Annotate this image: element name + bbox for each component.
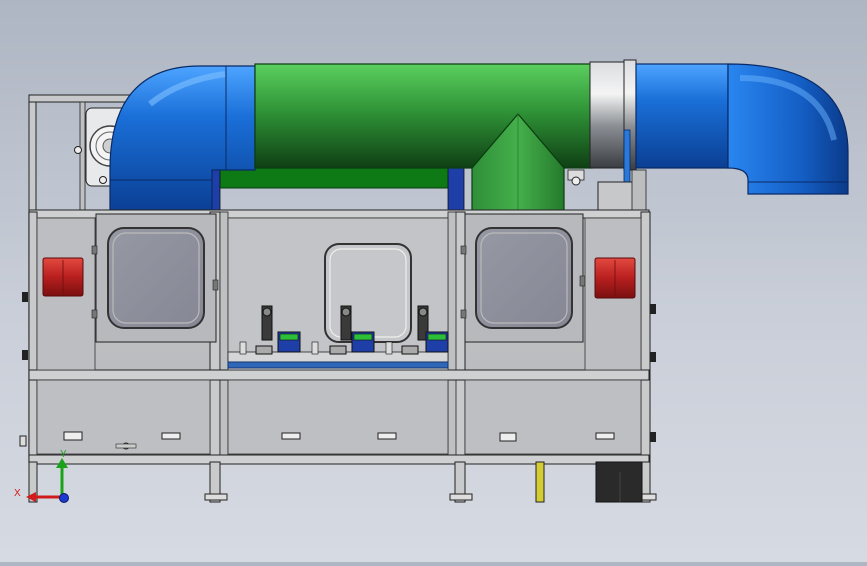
lower-panel-center[interactable] xyxy=(227,379,449,455)
lower-panel-right[interactable] xyxy=(464,379,642,455)
cad-viewport[interactable]: X Y xyxy=(0,0,867,562)
cad-drawing: X Y xyxy=(14,59,849,503)
lower-panel-left[interactable] xyxy=(36,379,211,455)
axis-y-label: Y xyxy=(60,449,67,460)
right-duct-elbow xyxy=(623,63,849,211)
left-side-panel xyxy=(36,217,96,371)
right-side-panel xyxy=(584,217,642,371)
right-bracket xyxy=(597,169,647,215)
control-box xyxy=(595,461,643,503)
right-window-door[interactable] xyxy=(460,213,586,343)
left-duct-elbow xyxy=(109,65,256,213)
drain-post xyxy=(535,461,545,503)
left-window-door[interactable] xyxy=(91,213,219,343)
legs xyxy=(28,461,657,501)
axis-x-label: X xyxy=(14,488,21,499)
center-duct xyxy=(254,63,593,216)
